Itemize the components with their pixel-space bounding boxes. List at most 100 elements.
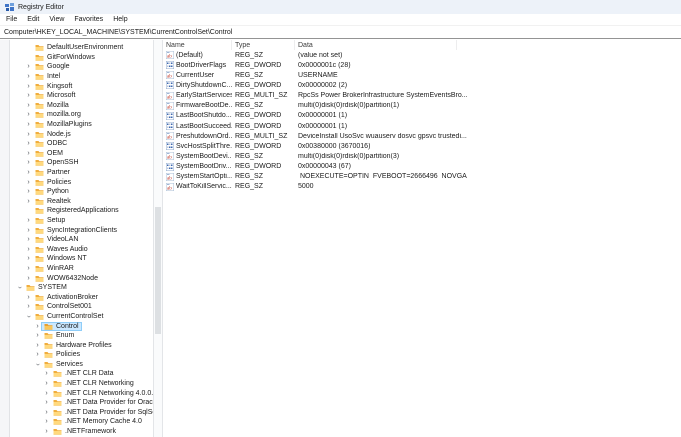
menu-item-help[interactable]: Help [108, 16, 132, 23]
node-body[interactable]: .NET Data Provider for SqlSe [50, 408, 153, 417]
node-body[interactable]: OpenSSH [32, 158, 82, 167]
tree-node-windows-nt[interactable]: ›Windows NT [11, 254, 153, 264]
tree-node-python[interactable]: ›Python [11, 187, 153, 197]
node-body[interactable]: SYSTEM [23, 283, 70, 292]
chevron-right-icon[interactable]: › [34, 332, 41, 339]
chevron-down-icon[interactable]: › [25, 313, 32, 320]
chevron-right-icon[interactable]: › [25, 150, 32, 157]
chevron-right-icon[interactable]: › [25, 63, 32, 70]
value-row-systemstartopti-[interactable]: abSystemStartOpti...REG_SZ NOEXECUTE=OPT… [164, 172, 681, 182]
tree-node-mozilla-org[interactable]: ›mozilla.org [11, 110, 153, 120]
tree-vertical-scrollbar[interactable] [153, 40, 163, 437]
tree-node--netframework[interactable]: ›.NETFramework [11, 427, 153, 437]
tree-node-hardware-profiles[interactable]: ›Hardware Profiles [11, 340, 153, 350]
tree-node-setup[interactable]: ›Setup [11, 216, 153, 226]
tree-node-control[interactable]: ›Control [11, 321, 153, 331]
node-body[interactable]: DefaultUserEnvironment [32, 43, 126, 52]
tree-node-mozilla[interactable]: ›Mozilla [11, 101, 153, 111]
selected-node-body[interactable]: Control [41, 322, 82, 331]
node-body[interactable]: CurrentControlSet [32, 312, 106, 321]
tree-node-policies[interactable]: ›Policies [11, 350, 153, 360]
column-header-type[interactable]: Type [232, 40, 295, 50]
chevron-right-icon[interactable]: › [25, 265, 32, 272]
tree-node-services[interactable]: ›Services [11, 360, 153, 370]
tree-node-microsoft[interactable]: ›Microsoft [11, 91, 153, 101]
scrollbar-thumb[interactable] [155, 207, 161, 334]
chevron-right-icon[interactable]: › [43, 428, 50, 435]
value-row-bootdriverflags[interactable]: BootDriverFlagsREG_DWORD0x0000001c (28) [164, 60, 681, 70]
menu-item-view[interactable]: View [44, 16, 69, 23]
node-body[interactable]: .NET CLR Networking 4.0.0.0 [50, 389, 153, 398]
node-body[interactable]: Policies [32, 178, 74, 187]
chevron-right-icon[interactable]: › [43, 390, 50, 397]
chevron-right-icon[interactable]: › [25, 111, 32, 118]
chevron-right-icon[interactable]: › [25, 188, 32, 195]
menu-item-file[interactable]: File [1, 16, 22, 23]
node-body[interactable]: ODBC [32, 139, 70, 148]
node-body[interactable]: Kingsoft [32, 82, 75, 91]
node-body[interactable]: .NET CLR Data [50, 369, 117, 378]
node-body[interactable]: Setup [32, 216, 68, 225]
value-row-systembootdevi-[interactable]: abSystemBootDevi...REG_SZmulti(0)disk(0)… [164, 151, 681, 161]
chevron-down-icon[interactable]: › [16, 284, 23, 291]
node-body[interactable]: WinRAR [32, 264, 77, 273]
node-body[interactable]: Waves Audio [32, 245, 91, 254]
chevron-right-icon[interactable]: › [34, 323, 41, 330]
node-body[interactable]: WOW6432Node [32, 274, 101, 283]
node-body[interactable]: OEM [32, 149, 66, 158]
tree-node--net-data-provider-for-oracl[interactable]: ›.NET Data Provider for Oracl [11, 398, 153, 408]
tree-node-activationbroker[interactable]: ›ActivationBroker [11, 292, 153, 302]
node-body[interactable]: Policies [41, 350, 83, 359]
tree-node-node-js[interactable]: ›Node.js [11, 129, 153, 139]
node-body[interactable]: Mozilla [32, 101, 72, 110]
node-body[interactable]: mozilla.org [32, 110, 84, 119]
node-body[interactable]: Realtek [32, 197, 74, 206]
value-row-currentuser[interactable]: abCurrentUserREG_SZUSERNAME [164, 70, 681, 80]
node-body[interactable]: ControlSet001 [32, 302, 95, 311]
node-body[interactable]: Hardware Profiles [41, 341, 115, 350]
node-body[interactable]: Microsoft [32, 91, 78, 100]
tree-node-policies[interactable]: ›Policies [11, 177, 153, 187]
chevron-right-icon[interactable]: › [43, 418, 50, 425]
chevron-right-icon[interactable]: › [43, 409, 50, 416]
chevron-right-icon[interactable]: › [25, 169, 32, 176]
tree-node-currentcontrolset[interactable]: ›CurrentControlSet [11, 312, 153, 322]
chevron-right-icon[interactable]: › [25, 275, 32, 282]
tree-node--net-data-provider-for-sqlse[interactable]: ›.NET Data Provider for SqlSe [11, 408, 153, 418]
tree-node--net-clr-networking[interactable]: ›.NET CLR Networking [11, 379, 153, 389]
node-body[interactable]: Partner [32, 168, 73, 177]
chevron-right-icon[interactable]: › [34, 342, 41, 349]
value-row--default-[interactable]: ab(Default)REG_SZ(value not set) [164, 50, 681, 60]
chevron-right-icon[interactable]: › [25, 121, 32, 128]
chevron-right-icon[interactable]: › [25, 255, 32, 262]
chevron-right-icon[interactable]: › [25, 236, 32, 243]
tree-node-enum[interactable]: ›Enum [11, 331, 153, 341]
tree-node-wow6432node[interactable]: ›WOW6432Node [11, 273, 153, 283]
tree-node-mozillaplugins[interactable]: ›MozillaPlugins [11, 120, 153, 130]
address-input[interactable]: Computer\HKEY_LOCAL_MACHINE\SYSTEM\Curre… [0, 27, 681, 39]
chevron-right-icon[interactable]: › [25, 246, 32, 253]
node-body[interactable]: Node.js [32, 130, 74, 139]
tree-node-partner[interactable]: ›Partner [11, 168, 153, 178]
tree-node-openssh[interactable]: ›OpenSSH [11, 158, 153, 168]
tree-node-defaultuserenvironment[interactable]: ›DefaultUserEnvironment [11, 43, 153, 53]
chevron-right-icon[interactable]: › [25, 73, 32, 80]
node-body[interactable]: .NET CLR Networking [50, 379, 137, 388]
menu-item-edit[interactable]: Edit [22, 16, 44, 23]
chevron-right-icon[interactable]: › [25, 294, 32, 301]
tree-node-oem[interactable]: ›OEM [11, 149, 153, 159]
node-body[interactable]: .NET Memory Cache 4.0 [50, 417, 145, 426]
node-body[interactable]: Python [32, 187, 72, 196]
node-body[interactable]: ActivationBroker [32, 293, 101, 302]
tree-node-registeredapplications[interactable]: ›RegisteredApplications [11, 206, 153, 216]
node-body[interactable]: GitForWindows [32, 53, 98, 62]
tree-node-controlset001[interactable]: ›ControlSet001 [11, 302, 153, 312]
chevron-right-icon[interactable]: › [43, 380, 50, 387]
tree-node--net-clr-networking-4-0-0-0[interactable]: ›.NET CLR Networking 4.0.0.0 [11, 388, 153, 398]
node-body[interactable]: Intel [32, 72, 63, 81]
node-body[interactable]: Google [32, 62, 73, 71]
chevron-right-icon[interactable]: › [25, 303, 32, 310]
tree-node-odbc[interactable]: ›ODBC [11, 139, 153, 149]
chevron-right-icon[interactable]: › [25, 83, 32, 90]
tree-node-winrar[interactable]: ›WinRAR [11, 264, 153, 274]
